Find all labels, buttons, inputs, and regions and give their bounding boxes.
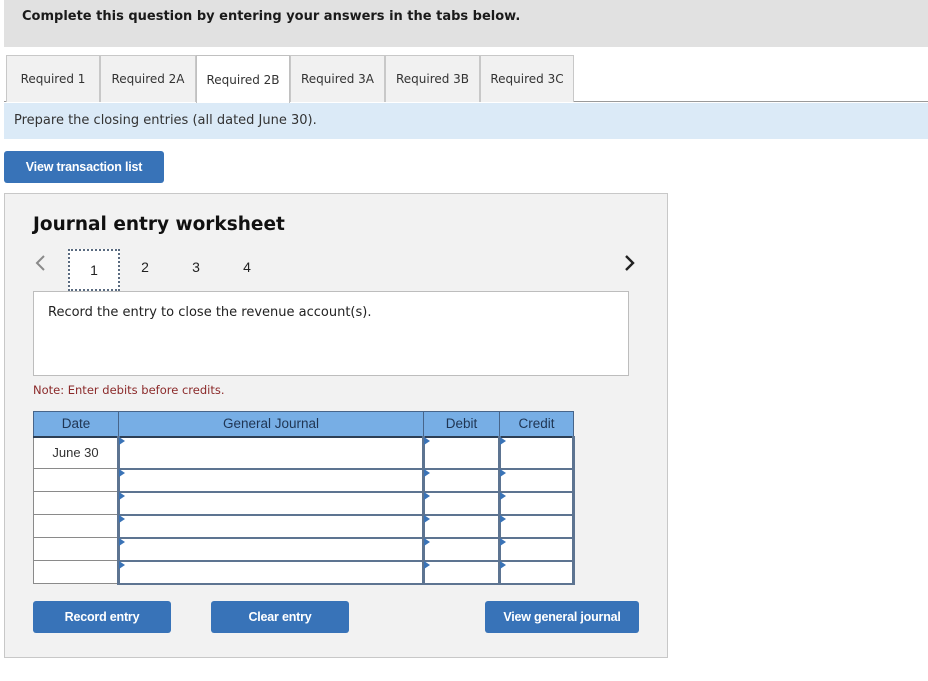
page-3[interactable]: 3	[170, 246, 222, 288]
dropdown-marker-icon	[119, 491, 125, 500]
account-input[interactable]	[117, 467, 425, 493]
credit-input[interactable]	[498, 513, 575, 539]
debit-input[interactable]	[422, 536, 501, 562]
question-banner: Complete this question by entering your …	[4, 0, 928, 47]
header-debit: Debit	[423, 411, 500, 438]
instruction-bar: Prepare the closing entries (all dated J…	[4, 103, 928, 139]
tab-required-3a[interactable]: Required 3A	[290, 55, 385, 102]
date-cell: June 30	[33, 436, 119, 469]
dropdown-marker-icon	[119, 537, 125, 546]
page-1[interactable]: 1	[68, 249, 120, 291]
dropdown-marker-icon	[500, 514, 506, 523]
header-general-journal: General Journal	[118, 411, 424, 438]
table-row	[33, 536, 575, 562]
debit-input[interactable]	[422, 435, 501, 470]
table-row	[33, 490, 575, 516]
credit-input[interactable]	[498, 490, 575, 516]
date-cell	[33, 560, 119, 584]
header-date: Date	[33, 411, 119, 438]
table-row	[33, 467, 575, 493]
credit-input[interactable]	[498, 536, 575, 562]
dropdown-marker-icon	[500, 537, 506, 546]
tab-required-3b[interactable]: Required 3B	[385, 55, 480, 102]
view-transaction-list-button[interactable]: View transaction list	[4, 151, 164, 183]
chevron-right-icon[interactable]	[624, 254, 636, 277]
debit-input[interactable]	[422, 513, 501, 539]
dropdown-marker-icon	[119, 514, 125, 523]
tab-required-3c[interactable]: Required 3C	[480, 55, 574, 102]
tab-required-2b[interactable]: Required 2B	[196, 55, 290, 103]
account-input[interactable]	[117, 559, 425, 585]
instruction-text: Prepare the closing entries (all dated J…	[14, 113, 317, 128]
debit-input[interactable]	[422, 559, 501, 585]
clear-entry-button[interactable]: Clear entry	[211, 601, 349, 633]
account-input[interactable]	[117, 536, 425, 562]
table-row	[33, 513, 575, 539]
entry-prompt-box: Record the entry to close the revenue ac…	[33, 291, 629, 376]
dropdown-marker-icon	[424, 468, 430, 477]
account-input[interactable]	[117, 490, 425, 516]
journal-table: Date General Journal Debit Credit June 3…	[33, 411, 575, 585]
banner-text: Complete this question by entering your …	[22, 9, 521, 24]
page-2[interactable]: 2	[119, 246, 171, 288]
dropdown-marker-icon	[424, 514, 430, 523]
debit-input[interactable]	[422, 467, 501, 493]
credit-input[interactable]	[498, 435, 575, 470]
dropdown-marker-icon	[500, 560, 506, 569]
date-cell	[33, 514, 119, 538]
chevron-left-icon[interactable]	[34, 254, 46, 277]
dropdown-marker-icon	[119, 560, 125, 569]
dropdown-marker-icon	[119, 468, 125, 477]
date-cell	[33, 491, 119, 515]
dropdown-marker-icon	[424, 537, 430, 546]
debit-input[interactable]	[422, 490, 501, 516]
dropdown-marker-icon	[424, 560, 430, 569]
dropdown-marker-icon	[500, 436, 506, 445]
tab-required-1[interactable]: Required 1	[6, 55, 100, 102]
debits-note: Note: Enter debits before credits.	[33, 383, 225, 397]
date-cell	[33, 468, 119, 492]
account-input[interactable]	[117, 513, 425, 539]
table-row	[33, 559, 575, 585]
table-row: June 30	[33, 435, 575, 470]
dropdown-marker-icon	[424, 436, 430, 445]
record-entry-button[interactable]: Record entry	[33, 601, 171, 633]
worksheet-title: Journal entry worksheet	[33, 214, 285, 235]
dropdown-marker-icon	[424, 491, 430, 500]
header-credit: Credit	[499, 411, 574, 438]
journal-entry-worksheet: Journal entry worksheet 1 2 3 4 Record t…	[4, 193, 668, 658]
date-cell	[33, 537, 119, 561]
dropdown-marker-icon	[119, 436, 125, 445]
dropdown-marker-icon	[500, 468, 506, 477]
credit-input[interactable]	[498, 467, 575, 493]
page-4[interactable]: 4	[221, 246, 273, 288]
account-input[interactable]	[117, 435, 425, 470]
credit-input[interactable]	[498, 559, 575, 585]
view-general-journal-button[interactable]: View general journal	[485, 601, 639, 633]
requirement-tabs: Required 1 Required 2A Required 2B Requi…	[4, 55, 928, 103]
dropdown-marker-icon	[500, 491, 506, 500]
tab-required-2a[interactable]: Required 2A	[100, 55, 196, 102]
entry-prompt-text: Record the entry to close the revenue ac…	[48, 305, 372, 320]
